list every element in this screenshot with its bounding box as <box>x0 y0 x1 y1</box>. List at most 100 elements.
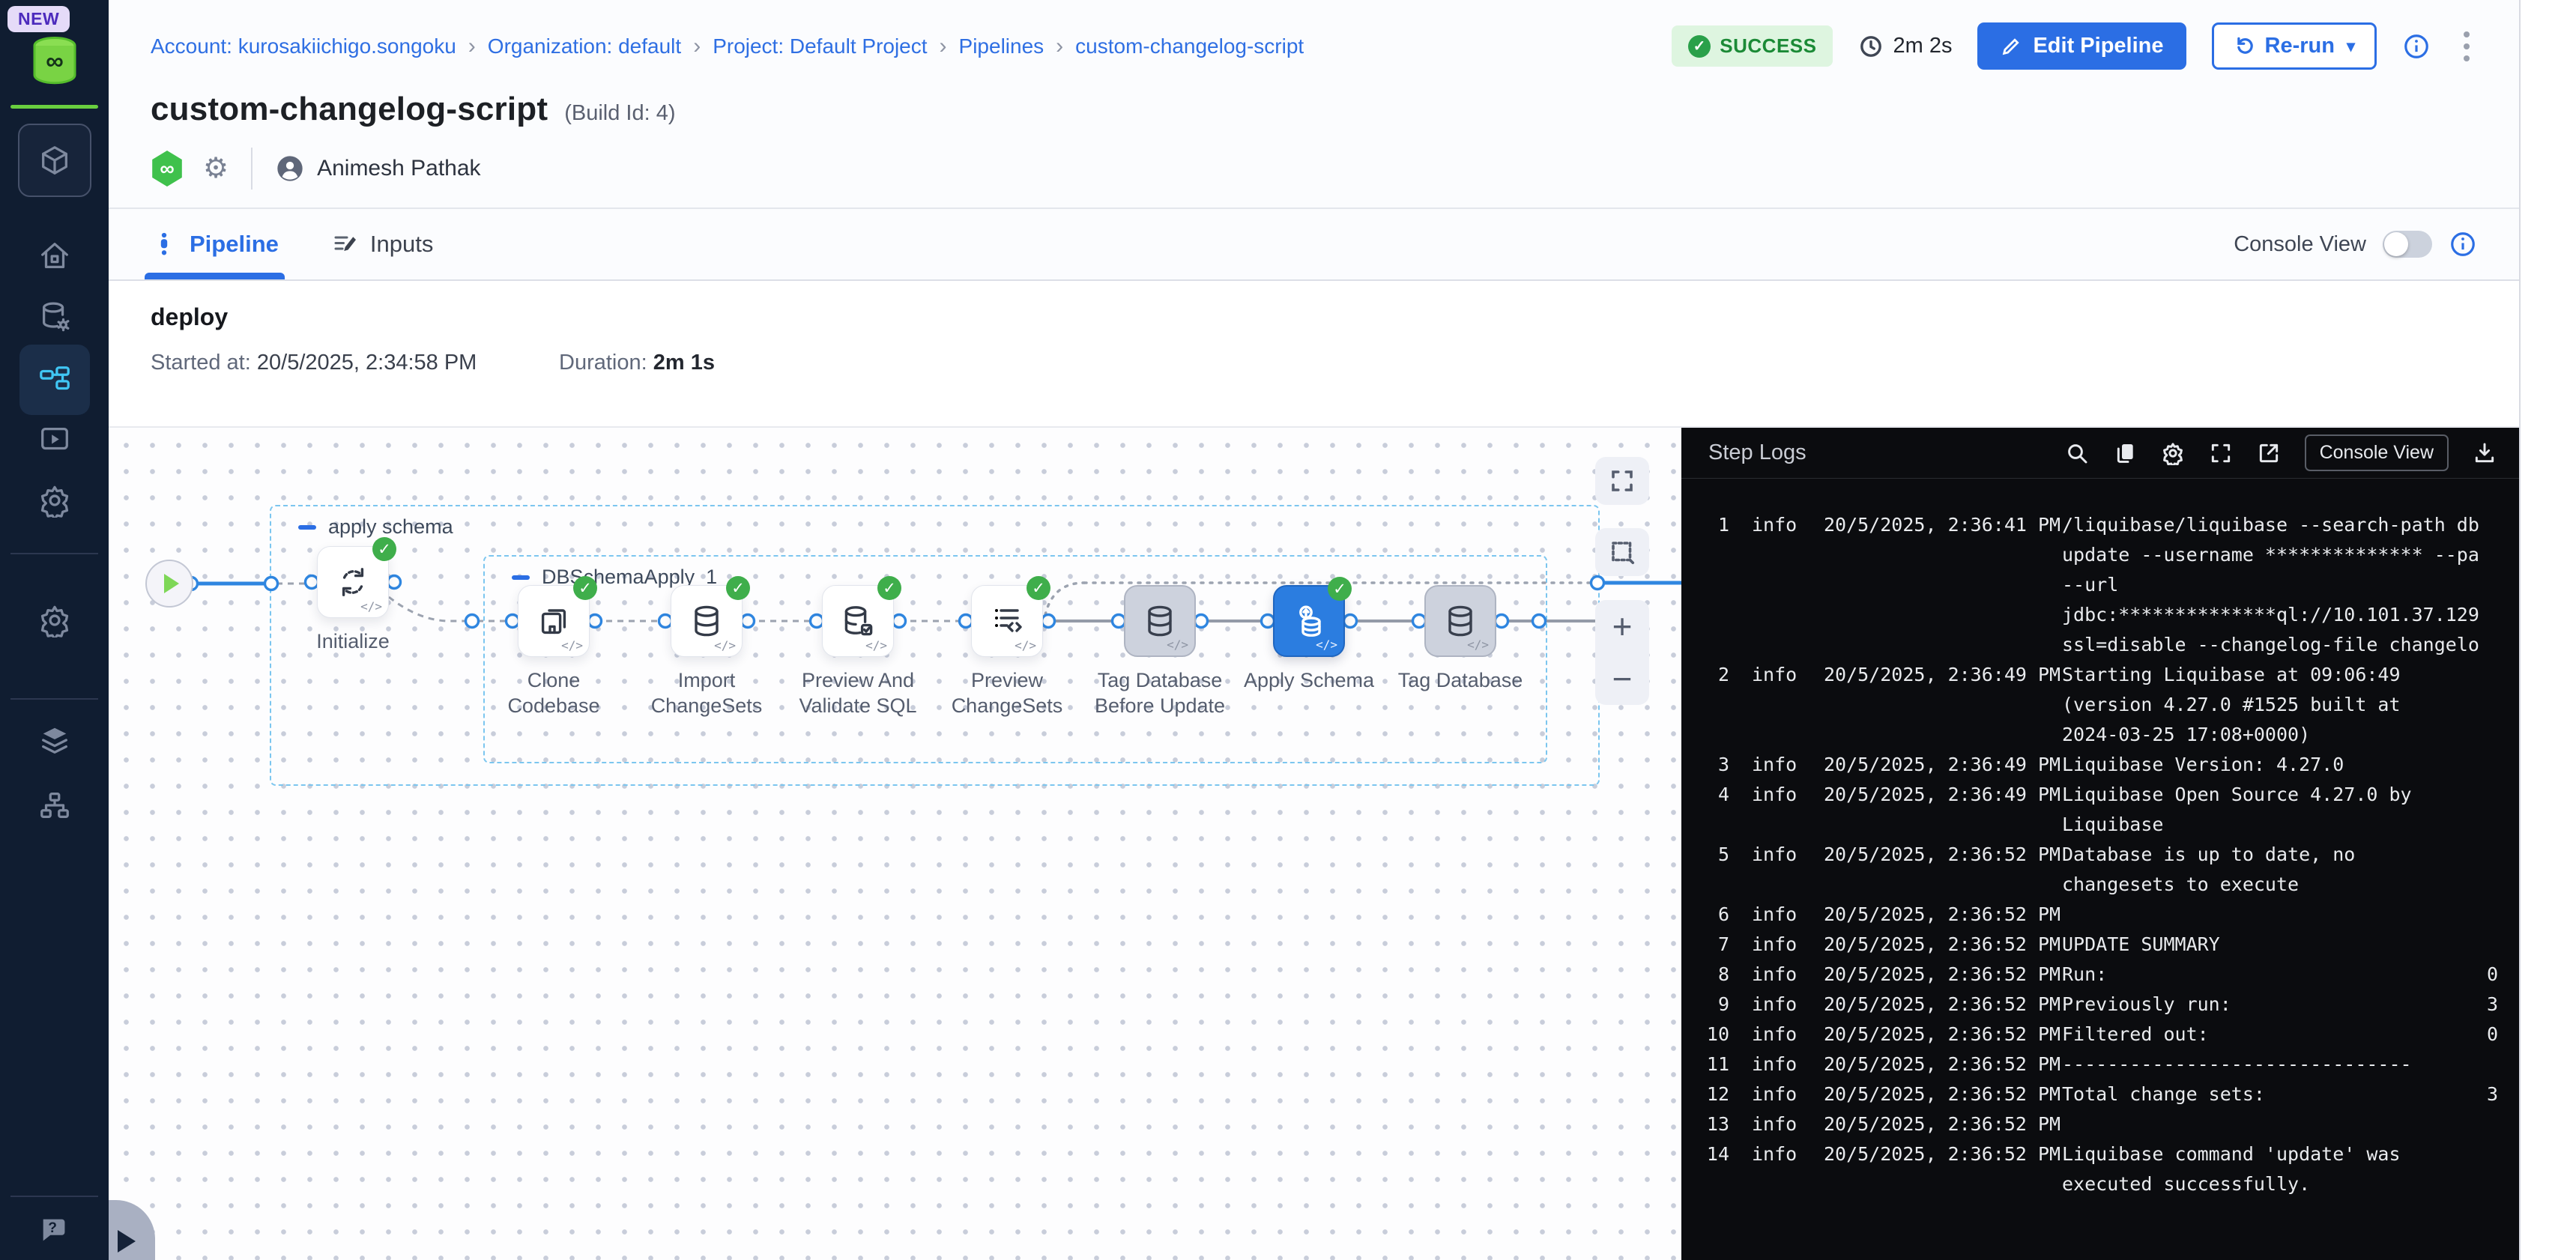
changesets-list-icon <box>989 603 1025 639</box>
sidebar-item-home[interactable] <box>37 238 72 273</box>
log-line-number: 7 <box>1681 930 1729 960</box>
pipeline-node-apply-schema[interactable]: </>✓ <box>1273 585 1345 657</box>
pipeline-canvas[interactable]: apply schema DBSchemaApply_1 <box>109 428 1681 1260</box>
fit-view-button[interactable] <box>1595 457 1649 505</box>
breadcrumb-link[interactable]: custom-changelog-script <box>1075 34 1304 58</box>
log-line-number <box>1681 600 1729 630</box>
log-level <box>1729 630 1804 660</box>
success-check-icon: ✓ <box>726 576 750 600</box>
new-badge: NEW <box>7 6 70 32</box>
sidebar-item-pipelines[interactable] <box>19 345 90 415</box>
log-line: 11info20/5/2025, 2:36:52 PM-------------… <box>1681 1050 2519 1079</box>
pipeline-node-tag-database-before-update[interactable]: </> <box>1124 585 1196 657</box>
step-logs-header: Step Logs Console View <box>1681 428 2519 479</box>
node-label: Tag Database <box>1370 667 1550 693</box>
log-line-number <box>1681 1169 1729 1199</box>
breadcrumb-link[interactable]: Organization: default <box>488 34 681 58</box>
log-timestamp: 20/5/2025, 2:36:52 PM <box>1804 840 2062 870</box>
more-options-menu[interactable] <box>2456 27 2477 66</box>
log-timestamp: 20/5/2025, 2:36:52 PM <box>1804 1109 2062 1139</box>
log-line: 4info20/5/2025, 2:36:49 PMLiquibase Open… <box>1681 780 2519 810</box>
log-timestamp: 20/5/2025, 2:36:52 PM <box>1804 1050 2062 1079</box>
status-badge: ✓ SUCCESS <box>1672 25 1833 67</box>
log-timestamp: 20/5/2025, 2:36:52 PM <box>1804 1139 2062 1169</box>
log-level: info <box>1729 510 1804 540</box>
fullscreen-icon[interactable] <box>2209 441 2233 465</box>
sidebar-item-help-chat[interactable]: ? <box>37 1214 72 1248</box>
chevron-right-icon: › <box>940 34 947 59</box>
log-timestamp: 20/5/2025, 2:36:52 PM <box>1804 1079 2062 1109</box>
log-line: 6info20/5/2025, 2:36:52 PM <box>1681 900 2519 930</box>
sidebar-item-account-settings[interactable] <box>37 603 72 637</box>
hierarchy-settings-icon <box>37 788 72 823</box>
check-circle-icon: ✓ <box>1688 35 1711 58</box>
gear-icon[interactable] <box>2161 441 2185 465</box>
marquee-select-button[interactable] <box>1595 528 1649 576</box>
info-icon[interactable] <box>2402 32 2431 61</box>
log-message: Total change sets:3 <box>2062 1079 2519 1109</box>
app-root: NEW ∞ ? Account: kurosakiichigo.songoku ›… <box>0 0 2576 1260</box>
sidebar-item-database-settings[interactable] <box>37 300 72 334</box>
pipeline-node-tag-database[interactable]: </> <box>1424 585 1496 657</box>
pipeline-start-node[interactable] <box>145 560 193 608</box>
zoom-in-button[interactable]: + <box>1612 609 1633 643</box>
log-timestamp: 20/5/2025, 2:36:52 PM <box>1804 990 2062 1020</box>
search-icon[interactable] <box>2065 441 2089 465</box>
sidebar-item-executions[interactable] <box>37 422 72 456</box>
log-timestamp <box>1804 1169 2062 1199</box>
log-output[interactable]: 1info20/5/2025, 2:36:41 PM/liquibase/liq… <box>1681 479 2519 1260</box>
breadcrumb-link[interactable]: Project: Default Project <box>713 34 927 58</box>
gear-icon[interactable]: ⚙ <box>203 154 229 183</box>
sidebar-item-layers-settings[interactable] <box>37 723 72 757</box>
edit-pipeline-button[interactable]: Edit Pipeline <box>1977 22 2186 70</box>
zoom-out-button[interactable]: − <box>1612 661 1633 696</box>
pipeline-node-import-changesets[interactable]: </>✓ <box>671 585 743 657</box>
harness-database-devops-logo[interactable]: ∞ <box>28 34 82 88</box>
log-message-text: Total change sets: <box>2062 1079 2265 1109</box>
breadcrumb-link[interactable]: Pipelines <box>959 34 1044 58</box>
breadcrumb-link[interactable]: Account: kurosakiichigo.songoku <box>151 34 456 58</box>
log-level: info <box>1729 1050 1804 1079</box>
build-id: (Build Id: 4) <box>564 101 675 126</box>
pipeline-node-preview-and-validate-sql[interactable]: </>✓ <box>822 585 894 657</box>
log-timestamp: 20/5/2025, 2:36:49 PM <box>1804 780 2062 810</box>
duration-label: Duration: <box>559 351 647 375</box>
log-line: 5info20/5/2025, 2:36:52 PMDatabase is up… <box>1681 840 2519 870</box>
pipeline-node-clone-codebase[interactable]: </>✓ <box>518 585 590 657</box>
download-icon[interactable] <box>2473 441 2497 465</box>
code-icon: </> <box>1467 637 1489 652</box>
log-line-number: 8 <box>1681 960 1729 990</box>
info-icon[interactable] <box>2449 230 2477 258</box>
copy-icon[interactable] <box>2113 441 2137 465</box>
tab-inputs[interactable]: Inputs <box>331 209 433 279</box>
sidebar-item-hierarchy-settings[interactable] <box>37 788 72 823</box>
pipeline-node-preview-changesets[interactable]: </>✓ <box>971 585 1043 657</box>
zoom-controls: + − <box>1595 600 1649 705</box>
log-line-number <box>1681 540 1729 570</box>
pencil-icon <box>2000 35 2022 58</box>
log-timestamp: 20/5/2025, 2:36:52 PM <box>1804 930 2062 960</box>
log-line-number <box>1681 720 1729 750</box>
rerun-button[interactable]: Re-run ▾ <box>2212 22 2377 70</box>
database-settings-icon <box>37 300 72 334</box>
pipeline-node-initialize[interactable]: </>✓ <box>317 546 389 618</box>
log-level <box>1729 810 1804 840</box>
console-view-button[interactable]: Console View <box>2305 434 2449 471</box>
console-view-toggle[interactable] <box>2383 231 2432 258</box>
log-message: (version 4.27.0 #1525 built at <box>2062 690 2519 720</box>
success-check-icon: ✓ <box>877 576 901 600</box>
sidebar-item-cube-module[interactable] <box>18 124 91 197</box>
log-message: 2024-03-25 17:08+0000) <box>2062 720 2519 750</box>
log-message-text: 2024-03-25 17:08+0000) <box>2062 720 2310 750</box>
database-apply-icon <box>1291 603 1327 639</box>
tab-pipeline[interactable]: Pipeline <box>151 209 279 279</box>
code-icon: </> <box>714 638 736 652</box>
clock-icon <box>1858 34 1884 59</box>
log-timestamp: 20/5/2025, 2:36:52 PM <box>1804 1020 2062 1050</box>
log-message: ssl=disable --changelog-file changelo <box>2062 630 2519 660</box>
log-line-number: 4 <box>1681 780 1729 810</box>
log-message-text: changesets to execute <box>2062 870 2299 900</box>
external-link-icon[interactable] <box>2257 441 2281 465</box>
log-level: info <box>1729 780 1804 810</box>
sidebar-item-settings[interactable] <box>37 483 72 518</box>
